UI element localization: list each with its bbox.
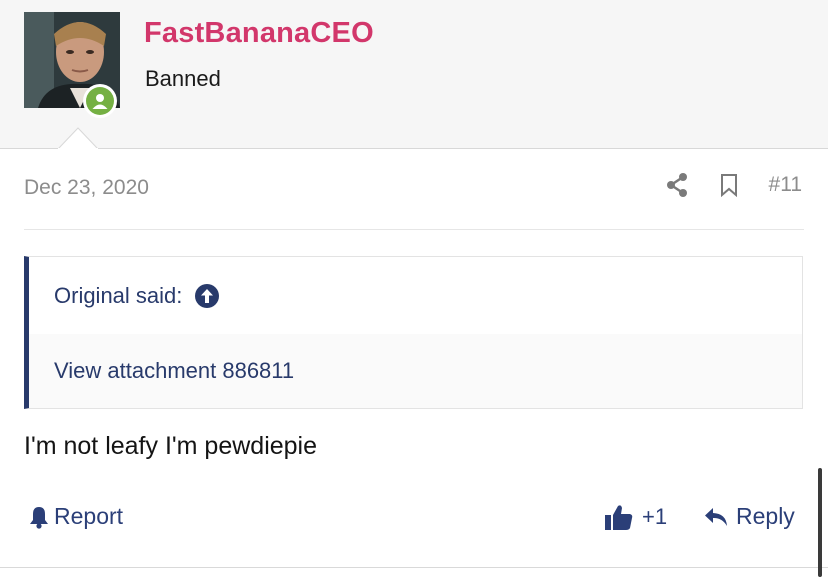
report-label: Report — [54, 503, 124, 529]
post-date[interactable]: Dec 23, 2020 — [24, 176, 149, 200]
reply-button[interactable]: Reply — [704, 503, 795, 530]
meta-divider — [24, 229, 804, 230]
bell-icon — [30, 506, 48, 529]
report-button[interactable]: Report — [28, 503, 123, 530]
quote-author-label[interactable]: Original said: — [54, 283, 182, 309]
thumbs-up-icon — [605, 505, 633, 530]
arrow-up-circle-icon[interactable] — [194, 283, 220, 309]
username-link[interactable]: FastBananaCEO — [144, 17, 374, 50]
like-count: +1 — [642, 504, 668, 529]
scrollbar-thumb[interactable] — [818, 468, 822, 577]
post-user-header: FastBananaCEO Banned — [0, 0, 828, 151]
user-title: Banned — [145, 66, 221, 91]
quote-header: Original said: — [29, 257, 802, 334]
post-footer-actions: Report +1 Reply — [24, 503, 802, 537]
post-message: I'm not leafy I'm pewdiepie — [24, 432, 318, 460]
bookmark-icon[interactable] — [719, 173, 739, 197]
online-status-badge — [83, 84, 117, 118]
quote-attachment-link[interactable]: View attachment 886811 — [54, 358, 294, 384]
reply-label: Reply — [736, 503, 795, 529]
share-icon[interactable] — [665, 172, 689, 198]
like-button[interactable]: +1 — [604, 503, 667, 531]
post-meta-actions: #11 — [665, 172, 802, 198]
reply-arrow-icon — [705, 507, 727, 526]
post-number-link[interactable]: #11 — [769, 173, 802, 197]
post-bottom-divider — [0, 567, 828, 568]
online-status-icon — [86, 87, 114, 115]
quote-block: Original said: View attachment 886811 — [24, 256, 803, 409]
